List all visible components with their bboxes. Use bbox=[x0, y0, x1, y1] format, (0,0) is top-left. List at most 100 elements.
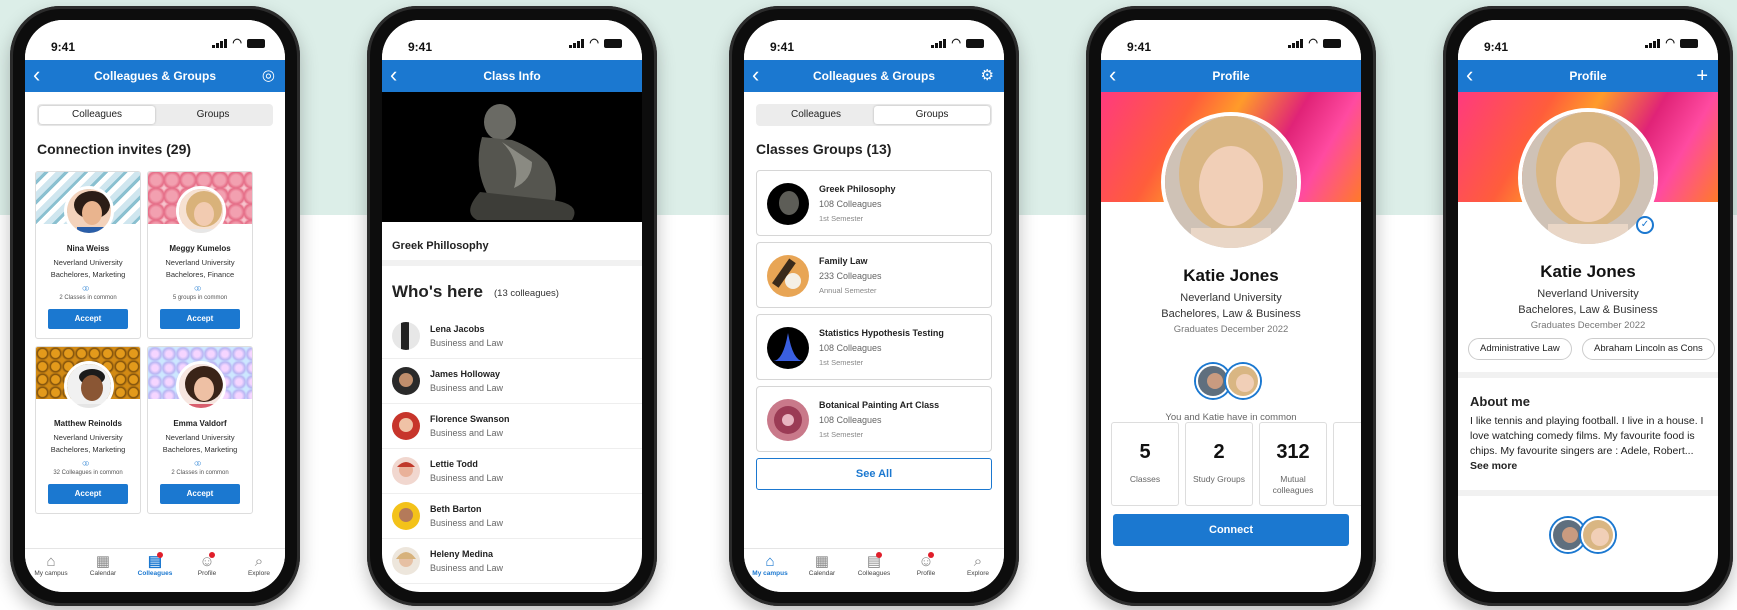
user-circle-icon[interactable]: ◎ bbox=[262, 60, 275, 92]
battery-icon bbox=[966, 38, 984, 48]
tab-calendar[interactable]: ▦ Calendar bbox=[77, 549, 129, 592]
plus-icon[interactable]: + bbox=[1696, 60, 1708, 92]
avatar bbox=[392, 322, 420, 350]
connect-button[interactable]: Connect bbox=[1113, 514, 1349, 546]
settings-icon[interactable]: ⚙ bbox=[981, 60, 994, 92]
tab-explore[interactable]: ⌕ Explore bbox=[233, 549, 285, 592]
tab-colleagues[interactable]: Colleagues bbox=[39, 106, 155, 124]
calendar-icon: ▦ bbox=[95, 553, 111, 570]
list-item[interactable]: James Holloway Business and Law bbox=[382, 359, 642, 404]
group-image bbox=[767, 255, 809, 297]
search-icon: ⌕ bbox=[973, 553, 983, 570]
tab-profile[interactable]: ☺ Profile bbox=[181, 549, 233, 592]
phone-class-info: 9:41 ◠ ‹ Class Info Greek Phillosophy Wh… bbox=[367, 6, 657, 606]
battery-icon bbox=[1323, 38, 1341, 48]
list-item[interactable]: Florence Swanson Business and Law bbox=[382, 404, 642, 449]
profile-icon: ☺ bbox=[918, 553, 934, 570]
group-image bbox=[767, 327, 809, 369]
invite-degree: Bachelores, Marketing bbox=[50, 270, 126, 279]
tab-colleagues[interactable]: ▤ Colleagues bbox=[129, 549, 181, 592]
invite-common: 2 Classes in common bbox=[171, 470, 229, 476]
stat-mutual-colleagues[interactable]: 312 Mutual colleagues bbox=[1259, 422, 1327, 506]
page-title: Profile bbox=[1569, 69, 1607, 83]
wifi-icon: ◠ bbox=[589, 37, 599, 49]
list-item[interactable]: Beth Barton Business and Law bbox=[382, 494, 642, 539]
tab-colleagues[interactable]: ▤ Colleagues bbox=[848, 549, 900, 592]
screen: 9:41 ◠ ‹ Class Info Greek Phillosophy Wh… bbox=[382, 20, 642, 592]
profile-school: Neverland University bbox=[1537, 288, 1639, 300]
nav-bar: ‹ Class Info bbox=[382, 60, 642, 92]
avatar bbox=[1581, 518, 1615, 552]
colleagues-icon: ▤ bbox=[147, 553, 163, 570]
status-bar: 9:41 ◠ bbox=[1101, 20, 1361, 60]
group-card[interactable]: Botanical Painting Art Class 108 Colleagu… bbox=[756, 386, 992, 452]
class-hero-image bbox=[382, 92, 642, 222]
page-title: Colleagues & Groups bbox=[93, 69, 217, 83]
stat-classes[interactable]: 5 Classes bbox=[1111, 422, 1179, 506]
see-more-link[interactable]: See more bbox=[1470, 460, 1517, 472]
tab-explore[interactable]: ⌕ Explore bbox=[952, 549, 1004, 592]
status-time: 9:41 bbox=[1484, 40, 1509, 54]
invite-school: Neverland University bbox=[165, 433, 235, 442]
search-icon: ⌕ bbox=[254, 553, 264, 570]
segmented-control: Colleagues Groups bbox=[756, 104, 992, 126]
avatar[interactable] bbox=[64, 361, 114, 411]
invite-common: 2 Classes in common bbox=[59, 295, 117, 301]
rings-icon: ○○ bbox=[82, 283, 90, 293]
group-card[interactable]: Statistics Hypothesis Testing 108 Colleag… bbox=[756, 314, 992, 380]
rings-icon: ○○ bbox=[82, 458, 90, 468]
invite-degree: Bachelores, Finance bbox=[165, 270, 235, 279]
notification-dot bbox=[876, 552, 882, 558]
tab-my-campus[interactable]: ⌂ My campus bbox=[25, 549, 77, 592]
invite-name: Nina Weiss bbox=[66, 244, 110, 253]
chip-abraham-lincoln[interactable]: Abraham Lincoln as Cons bbox=[1582, 338, 1715, 360]
colleague-count: (13 colleagues) bbox=[494, 288, 559, 299]
avatar[interactable] bbox=[176, 186, 226, 236]
group-card[interactable]: Family Law 233 Colleagues Annual Semester bbox=[756, 242, 992, 308]
screen: 9:41 ◠ ‹ Profile Katie Jones Neverland U… bbox=[1101, 20, 1361, 592]
signal-icon bbox=[931, 38, 947, 48]
invite-common: 32 Colleagues in common bbox=[53, 470, 123, 476]
status-time: 9:41 bbox=[1127, 40, 1152, 54]
chip-administrative-law[interactable]: Administrative Law bbox=[1468, 338, 1572, 360]
stat-study-groups[interactable]: 2 Study Groups bbox=[1185, 422, 1253, 506]
profile-name: Katie Jones bbox=[1183, 266, 1279, 285]
page-title: Profile bbox=[1212, 69, 1250, 83]
tab-groups[interactable]: Groups bbox=[874, 106, 990, 124]
notification-dot bbox=[928, 552, 934, 558]
invite-common: 5 groups in common bbox=[172, 295, 228, 301]
list-item[interactable]: Heleny Medina Business and Law bbox=[382, 539, 642, 584]
avatar bbox=[1226, 364, 1260, 398]
tab-calendar[interactable]: ▦ Calendar bbox=[796, 549, 848, 592]
status-bar: 9:41 ◠ bbox=[1458, 20, 1718, 60]
tab-profile[interactable]: ☺ Profile bbox=[900, 549, 952, 592]
list-item[interactable]: Lena Jacobs Business and Law bbox=[382, 314, 642, 359]
tab-my-campus[interactable]: ⌂ My campus bbox=[744, 549, 796, 592]
wifi-icon: ◠ bbox=[1308, 37, 1318, 49]
battery-icon bbox=[247, 38, 265, 48]
avatar bbox=[392, 547, 420, 575]
invite-card: Meggy Kumelos Neverland University Bache… bbox=[147, 171, 253, 339]
group-card[interactable]: Greek Philosophy 108 Colleagues 1st Semest… bbox=[756, 170, 992, 236]
accept-button[interactable]: Accept bbox=[48, 309, 128, 329]
see-all-button[interactable]: See All bbox=[756, 458, 992, 490]
tab-colleagues[interactable]: Colleagues bbox=[758, 106, 874, 124]
avatar[interactable] bbox=[176, 361, 226, 411]
campus-icon: ⌂ bbox=[46, 553, 56, 570]
nav-bar: ‹ Profile bbox=[1101, 60, 1361, 92]
list-item[interactable]: Lettie Todd Business and Law bbox=[382, 449, 642, 494]
calendar-icon: ▦ bbox=[814, 553, 830, 570]
accept-button[interactable]: Accept bbox=[48, 484, 128, 504]
profile-graduation: Graduates December 2022 bbox=[1530, 320, 1646, 331]
tab-groups[interactable]: Groups bbox=[155, 106, 271, 124]
status-time: 9:41 bbox=[408, 40, 433, 54]
accept-button[interactable]: Accept bbox=[160, 484, 240, 504]
stat-more[interactable] bbox=[1333, 422, 1361, 506]
avatar bbox=[392, 502, 420, 530]
profile-degree: Bachelores, Law & Business bbox=[1518, 304, 1658, 316]
avatar[interactable] bbox=[64, 186, 114, 236]
phone-profile-about: 9:41 ◠ ‹ Profile + ✓ Katie Jones Neverla… bbox=[1443, 6, 1733, 606]
avatar bbox=[1196, 364, 1230, 398]
invite-card: Emma Valdorf Neverland University Bachel… bbox=[147, 346, 253, 514]
accept-button[interactable]: Accept bbox=[160, 309, 240, 329]
